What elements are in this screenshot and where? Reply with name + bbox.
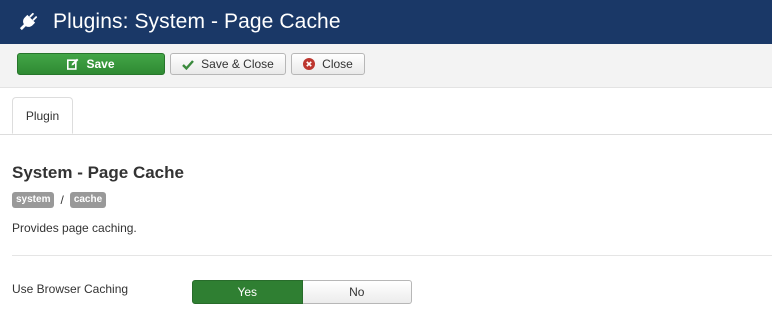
close-button-label: Close: [322, 57, 353, 71]
browser-caching-label: Use Browser Caching: [12, 282, 129, 296]
save-and-close-button[interactable]: Save & Close: [170, 53, 286, 75]
badge-separator: /: [60, 193, 64, 207]
save-button[interactable]: Save: [17, 53, 165, 75]
save-button-label: Save: [86, 57, 115, 71]
plug-icon: [19, 12, 38, 31]
tab-plugin[interactable]: Plugin: [12, 97, 73, 134]
divider: [12, 255, 772, 256]
tab-bar: Plugin: [0, 97, 772, 135]
plugin-badges: system / cache: [12, 192, 107, 208]
plugin-description: Provides page caching.: [12, 221, 137, 235]
save-and-close-label: Save & Close: [201, 57, 274, 71]
browser-caching-toggle: Yes No: [192, 280, 412, 304]
plugin-title: System - Page Cache: [12, 163, 184, 182]
page-header: Plugins: System - Page Cache: [0, 0, 772, 44]
checkmark-icon: [182, 59, 195, 70]
badge-cache: cache: [69, 192, 107, 208]
toolbar: Save Save & Close Close: [0, 44, 772, 88]
cancel-icon: [303, 58, 316, 70]
page-title: Plugins: System - Page Cache: [53, 10, 341, 33]
option-yes[interactable]: Yes: [192, 280, 303, 304]
close-button[interactable]: Close: [291, 53, 365, 75]
option-no[interactable]: No: [302, 280, 412, 304]
badge-system: system: [12, 192, 55, 208]
edit-icon: [67, 58, 79, 70]
